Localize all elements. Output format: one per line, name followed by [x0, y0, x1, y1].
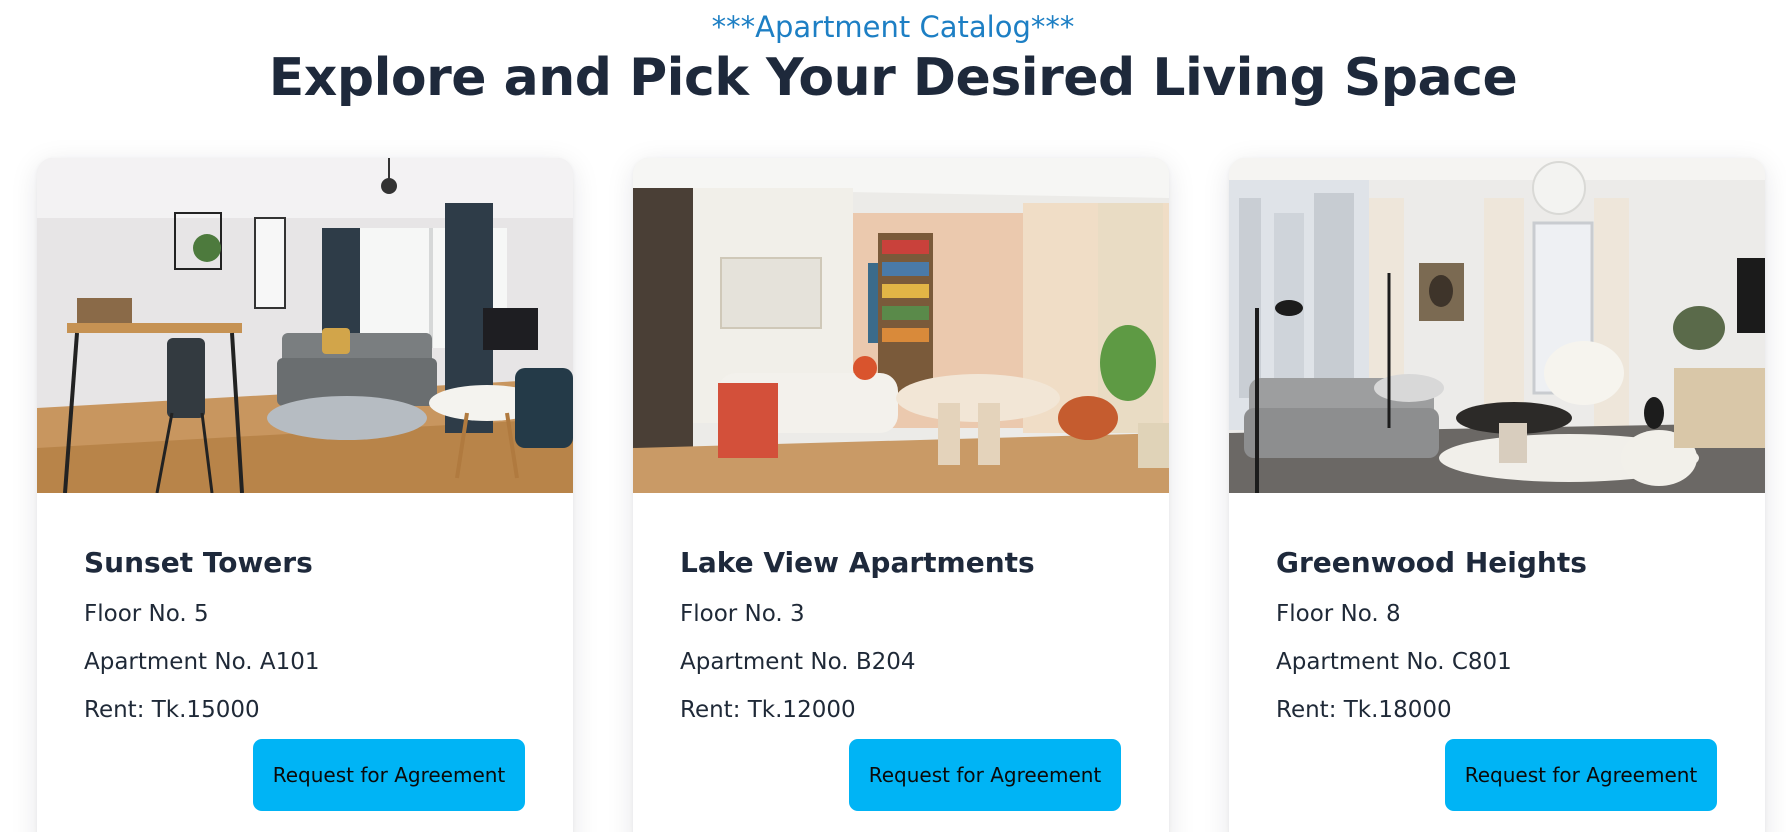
- rent-amount: Rent: Tk.18000: [1276, 697, 1452, 723]
- floor-number: Floor No. 3: [680, 601, 805, 627]
- request-agreement-button[interactable]: Request for Agreement: [849, 739, 1121, 811]
- request-agreement-button[interactable]: Request for Agreement: [253, 739, 525, 811]
- page-title: Explore and Pick Your Desired Living Spa…: [268, 48, 1518, 108]
- apartment-number: Apartment No. B204: [680, 649, 916, 675]
- apartment-photo: [633, 158, 1169, 493]
- apartment-photo: [1229, 158, 1765, 493]
- floor-number: Floor No. 8: [1276, 601, 1401, 627]
- request-agreement-button[interactable]: Request for Agreement: [1445, 739, 1717, 811]
- apartment-card: Greenwood Heights Floor No. 8 Apartment …: [1229, 158, 1765, 832]
- apartment-number: Apartment No. C801: [1276, 649, 1512, 675]
- apartment-name: Lake View Apartments: [680, 546, 1035, 579]
- rent-amount: Rent: Tk.12000: [680, 697, 856, 723]
- apartment-photo: [37, 158, 573, 493]
- apartment-name: Greenwood Heights: [1276, 546, 1587, 579]
- rent-amount: Rent: Tk.15000: [84, 697, 260, 723]
- floor-number: Floor No. 5: [84, 601, 209, 627]
- catalog-kicker: ***Apartment Catalog***: [711, 10, 1075, 44]
- apartment-number: Apartment No. A101: [84, 649, 320, 675]
- apartment-card: Lake View Apartments Floor No. 3 Apartme…: [633, 158, 1169, 832]
- apartment-card: Sunset Towers Floor No. 5 Apartment No. …: [37, 158, 573, 832]
- apartment-name: Sunset Towers: [84, 546, 313, 579]
